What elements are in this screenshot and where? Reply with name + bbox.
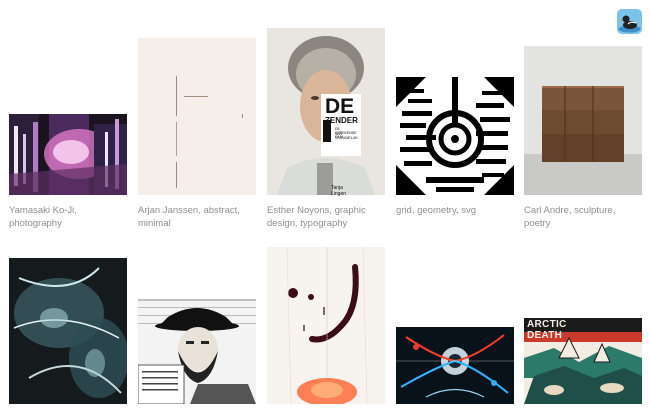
user-avatar[interactable]	[617, 9, 642, 34]
artwork-caption: grid, geometry, svg	[396, 205, 477, 216]
poster-subtitle: ZENDER	[325, 116, 358, 125]
artwork-image[interactable]	[267, 247, 385, 404]
artwork-image[interactable]	[396, 327, 514, 404]
artwork-caption: Carl Andre, sculpture, poetry	[524, 205, 616, 229]
poster-footer: Tanja Lingen	[331, 185, 347, 197]
artwork-caption: Yamasaki Ko-Ji, photography	[9, 205, 77, 229]
artwork-caption: Arjan Janssen, abstract, minimal	[138, 205, 240, 229]
artwork-image[interactable]	[524, 46, 642, 195]
artwork-image[interactable]	[138, 38, 256, 195]
artwork-caption: Esther Noyons, graphic design, typograph…	[267, 205, 366, 229]
poster-text: VAN VROUWELIJK	[335, 132, 358, 140]
artwork-image[interactable]	[9, 258, 127, 404]
artwork-image[interactable]	[9, 114, 127, 195]
poster-title: DE	[325, 95, 355, 118]
artwork-image[interactable]	[138, 299, 256, 404]
duck-avatar-icon	[617, 9, 642, 34]
artwork-image[interactable]	[396, 77, 514, 195]
artwork-headline: ARCTIC DEATH SHIP	[527, 319, 567, 352]
